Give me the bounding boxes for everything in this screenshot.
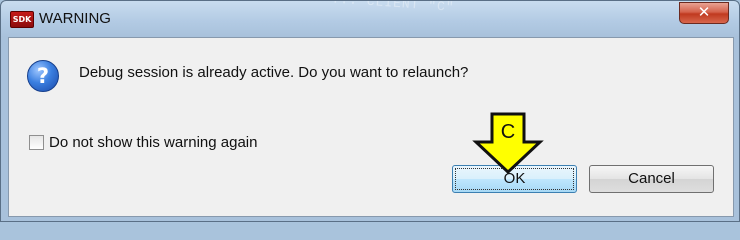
dialog-message: Debug session is already active. Do you … (79, 64, 469, 81)
dont-show-again-checkbox[interactable] (29, 135, 44, 150)
cancel-button-label: Cancel (628, 170, 675, 187)
annotation-label: C (501, 121, 515, 143)
close-button[interactable]: ✕ (679, 2, 729, 24)
dont-show-again-label[interactable]: Do not show this warning again (49, 134, 257, 151)
down-arrow-icon: C (472, 112, 544, 174)
close-icon: ✕ (697, 3, 711, 21)
question-icon: ? (27, 60, 59, 92)
window-title: WARNING (39, 10, 111, 27)
title-bar[interactable]: SDK WARNING ✕ (1, 1, 739, 37)
sdk-logo-icon: SDK (10, 11, 34, 28)
cancel-button[interactable]: Cancel (589, 165, 714, 193)
dialog-window: ... CLIENT "C" SDK WARNING ✕ ? Debug ses… (0, 0, 740, 222)
dialog-body: ? Debug session is already active. Do yo… (8, 37, 734, 217)
